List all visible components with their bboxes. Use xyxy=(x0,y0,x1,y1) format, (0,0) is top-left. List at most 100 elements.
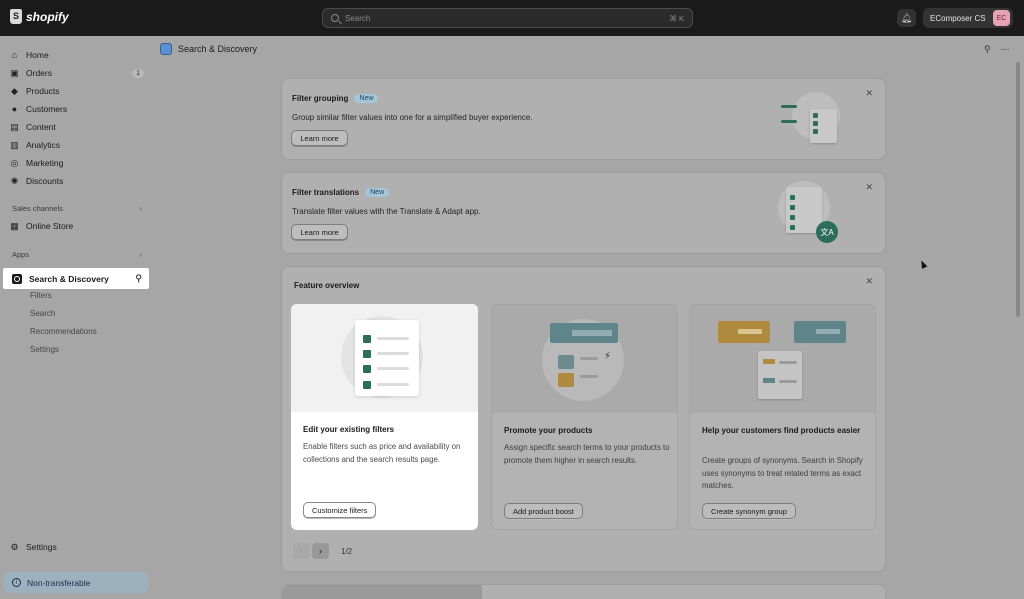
pin-icon[interactable]: ⚲ xyxy=(984,44,991,55)
store-icon: ▦ xyxy=(10,220,19,231)
synonyms-illustration xyxy=(690,305,875,413)
customize-filters-button[interactable]: Customize filters xyxy=(303,502,377,518)
illustration-line xyxy=(781,120,797,123)
sidebar-item-home[interactable]: ⌂ Home xyxy=(10,47,144,63)
add-product-boost-button[interactable]: Add product boost xyxy=(504,503,583,519)
learn-more-button[interactable]: Learn more xyxy=(291,130,348,146)
feature-card-title: Help your customers find products easier xyxy=(702,426,861,435)
illustration-line xyxy=(572,330,612,336)
section-label: Apps xyxy=(12,250,30,259)
filter-translations-banner: Filter translations New Translate filter… xyxy=(281,172,886,254)
more-actions-icon[interactable]: ⋯ xyxy=(1001,44,1010,55)
page-title: Search & Discovery xyxy=(178,44,258,54)
close-icon[interactable]: ✕ xyxy=(865,88,873,99)
shopify-bag-icon xyxy=(10,9,22,24)
sidebar-item-marketing[interactable]: ◎ Marketing xyxy=(10,155,144,171)
illustration-line xyxy=(377,337,409,340)
close-icon[interactable]: ✕ xyxy=(865,276,873,287)
check-icon xyxy=(790,195,795,200)
sidebar-item-settings[interactable]: ⚙ Settings xyxy=(10,539,144,555)
gear-icon: ⚙ xyxy=(10,541,19,552)
search-icon xyxy=(331,14,339,22)
discount-icon: ✺ xyxy=(10,175,19,186)
sidebar-item-label: Marketing xyxy=(26,158,64,168)
scrollbar[interactable] xyxy=(1016,62,1020,317)
global-search-input[interactable]: Search ⌘ K xyxy=(322,8,693,28)
marketing-icon: ◎ xyxy=(10,157,19,168)
translate-icon: 文A xyxy=(816,221,838,243)
non-transferable-banner[interactable]: i Non-transferable xyxy=(4,572,148,593)
filters-illustration xyxy=(291,304,478,412)
check-icon xyxy=(813,129,818,134)
search-placeholder: Search xyxy=(345,13,371,23)
feature-card-title: Edit your existing filters xyxy=(303,425,395,434)
new-badge: New xyxy=(365,188,390,197)
sidebar-subitem-recommendations[interactable]: Recommendations xyxy=(30,327,97,336)
tag-icon: ◆ xyxy=(11,85,18,96)
header-actions: ⚲ ⋯ xyxy=(984,44,1010,55)
illustration-line xyxy=(377,352,409,355)
shopify-logo[interactable]: shopify xyxy=(10,9,69,24)
sidebar-item-discounts[interactable]: ✺ Discounts xyxy=(10,173,144,189)
content-icon: ▤ xyxy=(10,121,19,132)
sidebar-subitem-filters[interactable]: Filters xyxy=(30,291,52,300)
search-shortcut: ⌘ K xyxy=(669,13,684,23)
close-icon[interactable]: ✕ xyxy=(865,182,873,193)
sidebar-item-customers[interactable]: ● Customers xyxy=(10,101,144,117)
check-icon xyxy=(813,113,818,118)
sidebar-item-analytics[interactable]: ▥ Analytics xyxy=(10,137,144,153)
sidebar-item-label: Content xyxy=(26,122,56,132)
learn-more-button[interactable]: Learn more xyxy=(291,224,348,240)
sidebar-item-label: Home xyxy=(26,50,49,60)
non-transferable-label: Non-transferable xyxy=(27,577,91,588)
person-icon: ● xyxy=(11,104,18,114)
chevron-right-icon: › xyxy=(139,204,143,213)
promote-illustration: ⚡︎ xyxy=(492,305,677,413)
notifications-button[interactable]: 🔔︎ xyxy=(897,9,916,27)
new-badge: New xyxy=(354,94,379,103)
feature-card-promote-products: ⚡︎ Promote your products Assign specific… xyxy=(491,304,678,530)
feature-card-description: Assign specific search terms to your pro… xyxy=(504,443,670,465)
feature-card-synonyms: Help your customers find products easier… xyxy=(689,304,876,530)
sidebar-subitem-settings[interactable]: Settings xyxy=(30,345,59,354)
shoe-icon xyxy=(763,359,775,364)
page-indicator: 1/2 xyxy=(341,546,353,556)
banner-title-text: Filter grouping xyxy=(292,94,349,103)
previous-page-button[interactable]: ‹ xyxy=(293,543,310,559)
logo-text: shopify xyxy=(26,9,69,24)
next-page-button[interactable]: › xyxy=(312,543,329,559)
avatar: EC xyxy=(993,10,1010,26)
bell-icon: 🔔︎ xyxy=(900,12,913,23)
sidebar-item-products[interactable]: ◆ Products xyxy=(10,83,144,99)
info-icon: i xyxy=(12,578,21,587)
search-discovery-app-icon xyxy=(12,273,22,284)
sidebar-item-orders[interactable]: ▣ Orders 1 xyxy=(10,65,144,81)
illustration-line xyxy=(377,383,409,386)
mouse-cursor xyxy=(918,259,928,269)
create-synonym-group-button[interactable]: Create synonym group xyxy=(702,503,796,519)
check-icon xyxy=(790,205,795,210)
apps-section[interactable]: Apps › xyxy=(12,250,142,259)
sales-channels-section[interactable]: Sales channels › xyxy=(12,204,142,213)
sidebar-item-label: Settings xyxy=(26,542,57,552)
sidebar-item-online-store[interactable]: ▦ Online Store xyxy=(10,218,144,234)
banner-description: Translate filter values with the Transla… xyxy=(292,207,481,216)
sidebar-subitem-search[interactable]: Search xyxy=(30,309,55,318)
section-image xyxy=(282,585,482,599)
sidebar-item-content[interactable]: ▤ Content xyxy=(10,119,144,135)
sidebar: ⌂ Home ▣ Orders 1 ◆ Products ● Customers… xyxy=(0,36,152,599)
sidebar-item-label: Online Store xyxy=(26,221,74,231)
check-icon xyxy=(790,225,795,230)
illustration-line xyxy=(816,329,840,334)
illustration-line xyxy=(779,361,797,364)
pin-icon[interactable]: ⚲ xyxy=(135,273,142,284)
check-icon xyxy=(363,335,371,343)
orders-count-badge: 1 xyxy=(132,68,144,78)
store-menu-button[interactable]: EComposer CS EC xyxy=(923,8,1013,28)
illustration-line xyxy=(580,375,598,378)
banner-title: Filter grouping New xyxy=(292,94,379,103)
feature-card-description: Create groups of synonyms. Search in Sho… xyxy=(702,456,863,490)
orders-icon: ▣ xyxy=(10,67,19,78)
check-icon xyxy=(790,215,795,220)
sidebar-item-search-discovery[interactable]: Search & Discovery ⚲ xyxy=(3,268,149,289)
